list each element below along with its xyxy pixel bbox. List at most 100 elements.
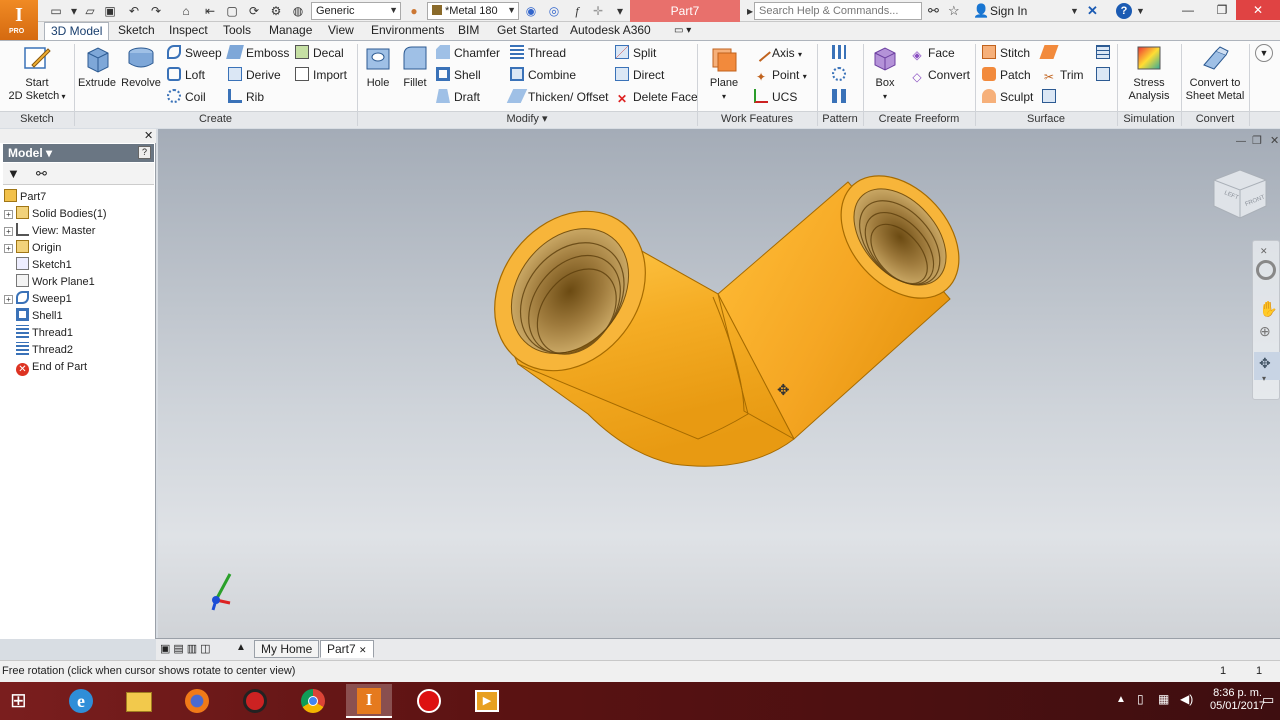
appearance-style-combo[interactable]: Generic ▼ (311, 2, 401, 20)
tree-item-origin[interactable]: + Origin (4, 240, 154, 257)
zoom-icon[interactable]: ⊕ (1259, 323, 1271, 340)
tab-bim[interactable]: BIM (452, 22, 485, 40)
start-sketch-dropdown-icon[interactable]: ▾ (59, 92, 65, 101)
tree-item-thread1[interactable]: Thread1 (4, 325, 154, 342)
close-browser-icon[interactable]: ✕ (144, 129, 153, 142)
orbit-dropdown-icon[interactable]: ▾ (1262, 374, 1266, 383)
favorites-star-icon[interactable]: ☆ (948, 3, 960, 19)
rib-button[interactable]: Rib (228, 88, 264, 108)
plane-button[interactable]: Plane ▾ (704, 43, 744, 103)
delete-surface-button[interactable] (1096, 66, 1114, 86)
stitch-button[interactable]: Stitch (982, 44, 1030, 64)
point-button[interactable]: ✦ Point ▾ (754, 66, 807, 86)
tree-item-sweep1[interactable]: + Sweep1 (4, 291, 154, 308)
new-icon[interactable]: ▭ (48, 3, 64, 19)
decal-button[interactable]: Decal (295, 44, 344, 64)
convert-freeform-button[interactable]: ◇ Convert (910, 66, 970, 86)
tab-my-home[interactable]: My Home (254, 640, 320, 658)
shell-button[interactable]: Shell (436, 66, 481, 86)
tree-item-sketch1[interactable]: Sketch1 (4, 257, 154, 274)
appearance-icon[interactable]: ● (406, 3, 422, 19)
chrome-taskbar-button[interactable] (290, 684, 336, 718)
steering-wheel-icon[interactable] (1256, 260, 1276, 280)
restore-window-button[interactable]: ❐ (1206, 0, 1238, 20)
revolve-button[interactable]: Revolve (120, 43, 162, 90)
pan-hand-icon[interactable]: ✋ (1259, 300, 1278, 318)
repair-bodies-button[interactable] (1042, 88, 1060, 108)
orbit-icon[interactable]: ✥ (1259, 355, 1271, 372)
filter-icon[interactable]: ▼ (7, 166, 20, 181)
axis-button[interactable]: Axis ▾ (751, 42, 802, 64)
ribbon-display-toggle-icon[interactable]: ▭ ▾ (668, 22, 697, 40)
sweep-button[interactable]: Sweep (167, 44, 222, 64)
stress-analysis-button[interactable]: Stress Analysis (1122, 43, 1176, 103)
thicken-offset-button[interactable]: Thicken/ Offset (506, 88, 608, 108)
group-label-modify[interactable]: Modify ▾ (357, 112, 697, 127)
combine-button[interactable]: Combine (510, 66, 576, 86)
direct-button[interactable]: Direct (615, 66, 664, 86)
return-icon[interactable]: ⇤ (202, 3, 218, 19)
box-dropdown-icon[interactable]: ▾ (883, 92, 887, 101)
tree-item-shell1[interactable]: Shell1 (4, 308, 154, 325)
nav-bar-close-icon[interactable]: ✕ (1260, 246, 1268, 257)
tree-item-work-plane1[interactable]: Work Plane1 (4, 274, 154, 291)
fillet-button[interactable]: Fillet (398, 43, 432, 90)
clear-override-icon[interactable]: ◎ (546, 3, 562, 19)
window-arrange-icons[interactable]: ▣▤▥◫ (160, 642, 214, 655)
tab-manage[interactable]: Manage (263, 22, 318, 40)
windows-start-icon[interactable]: ⊞ (10, 690, 27, 712)
face-button[interactable]: ◈ Face (910, 44, 954, 64)
tab-environments[interactable]: Environments (365, 22, 450, 40)
tree-item-end-of-part[interactable]: ✕ End of Part (4, 359, 154, 376)
box-freeform-button[interactable]: Box ▾ (866, 43, 904, 103)
internet-explorer-taskbar-button[interactable]: e (58, 684, 104, 718)
new-dropdown-icon[interactable]: ▾ (66, 3, 82, 19)
viewcube-icon[interactable]: LEFT FRONT (1210, 166, 1270, 224)
patch-button[interactable]: Patch (982, 66, 1031, 86)
close-tab-icon[interactable]: ✕ (359, 645, 367, 655)
import-button[interactable]: Import (295, 66, 347, 86)
settings-icon[interactable]: ⚙ (268, 3, 284, 19)
tab-3d-model[interactable]: 3D Model (44, 22, 110, 40)
globe-icon[interactable]: ◍ (290, 3, 306, 19)
search-input[interactable]: Search Help & Commands... (754, 2, 922, 20)
sign-in-dropdown-icon[interactable]: ▼ (1070, 3, 1079, 19)
material-combo[interactable]: *Metal 180 ▼ (427, 2, 519, 20)
redo-icon[interactable]: ↷ (148, 3, 164, 19)
extrude-button[interactable]: Extrude (78, 43, 116, 90)
device-icon[interactable]: ▯ (1137, 692, 1144, 706)
coil-button[interactable]: Coil (167, 88, 206, 108)
tree-item-thread2[interactable]: Thread2 (4, 342, 154, 359)
file-explorer-taskbar-button[interactable] (116, 684, 162, 718)
chamfer-button[interactable]: Chamfer (436, 44, 500, 64)
tab-tools[interactable]: Tools (217, 22, 257, 40)
open-documents-menu-icon[interactable]: ▲ (236, 642, 246, 653)
app-taskbar-button[interactable] (232, 684, 278, 718)
ucs-button[interactable]: UCS (754, 88, 797, 108)
derive-button[interactable]: Derive (228, 66, 281, 86)
plane-dropdown-icon[interactable]: ▾ (722, 92, 726, 101)
volume-icon[interactable]: ◀) (1180, 692, 1193, 706)
tab-part7[interactable]: Part7 ✕ (320, 640, 374, 658)
show-hidden-icons-icon[interactable]: ▲ (1116, 694, 1126, 705)
undo-icon[interactable]: ↶ (126, 3, 142, 19)
fx-parameters-icon[interactable]: f (569, 3, 585, 19)
application-menu-button[interactable]: I PRO (0, 0, 38, 40)
viewport-close-icon[interactable]: ✕ (1270, 134, 1279, 147)
viewport-minimize-icon[interactable]: — (1236, 136, 1246, 147)
update-icon[interactable]: ⟳ (246, 3, 262, 19)
find-binoculars-icon[interactable]: ⚯ (36, 166, 47, 182)
viewport-restore-icon[interactable]: ❐ (1252, 134, 1262, 147)
mirror-button[interactable] (832, 88, 850, 108)
open-icon[interactable]: ▱ (82, 3, 98, 19)
pipe-elbow-model[interactable] (158, 129, 1280, 638)
tab-autodesk-a360[interactable]: Autodesk A360 (564, 22, 657, 40)
trim-button[interactable]: ✂ Trim (1042, 66, 1084, 86)
home-icon[interactable]: ⌂ (178, 3, 194, 19)
browser-model-dropdown[interactable]: Model ▾ (3, 144, 154, 162)
taskbar-clock[interactable]: 8:36 p. m. 05/01/2017 (1210, 687, 1265, 713)
tree-item-solid-bodies[interactable]: + Solid Bodies(1) (4, 206, 154, 223)
convert-to-sheet-metal-button[interactable]: Convert to Sheet Metal (1184, 43, 1246, 103)
rectangular-pattern-button[interactable] (832, 44, 850, 64)
draft-button[interactable]: Draft (436, 88, 480, 108)
